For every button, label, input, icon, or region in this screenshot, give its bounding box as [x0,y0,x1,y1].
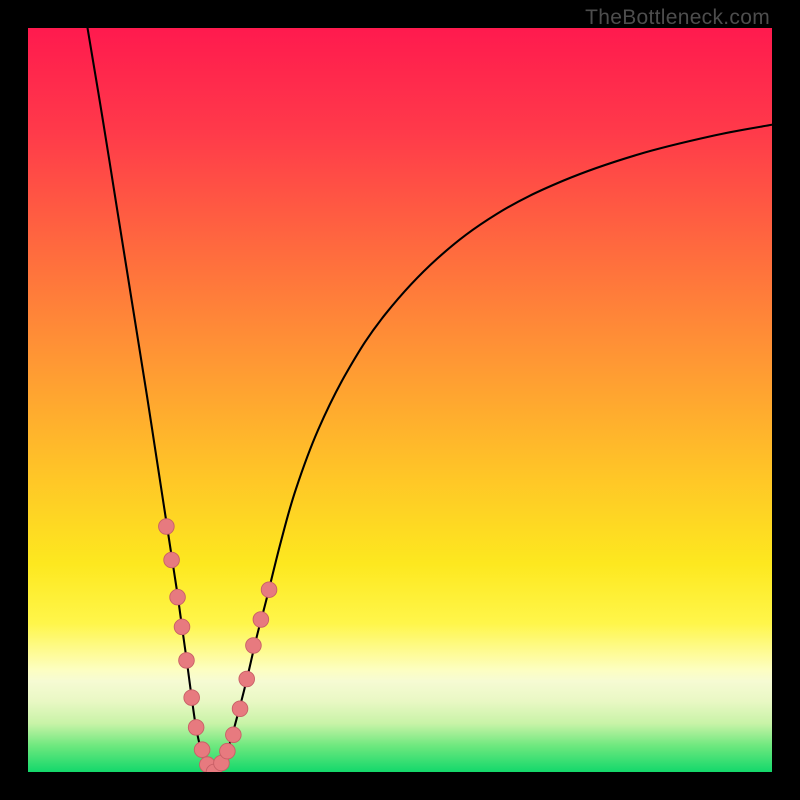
data-marker [174,619,190,635]
curve-left-branch [88,28,214,772]
data-marker [179,653,195,669]
data-marker [184,690,200,706]
outer-frame: TheBottleneck.com [0,0,800,800]
data-marker [239,671,255,687]
data-marker [188,720,204,736]
data-marker [246,638,262,654]
data-marker [253,612,269,628]
data-marker [164,552,180,568]
data-marker [170,589,186,605]
data-marker [194,742,210,758]
marker-group [159,519,277,772]
data-marker [261,582,277,598]
curve-right-branch [214,125,772,772]
watermark-text: TheBottleneck.com [585,6,770,30]
data-marker [232,701,248,717]
curve-layer [28,28,772,772]
data-marker [220,743,236,759]
plot-area [28,28,772,772]
data-marker [159,519,175,535]
data-marker [226,727,242,743]
